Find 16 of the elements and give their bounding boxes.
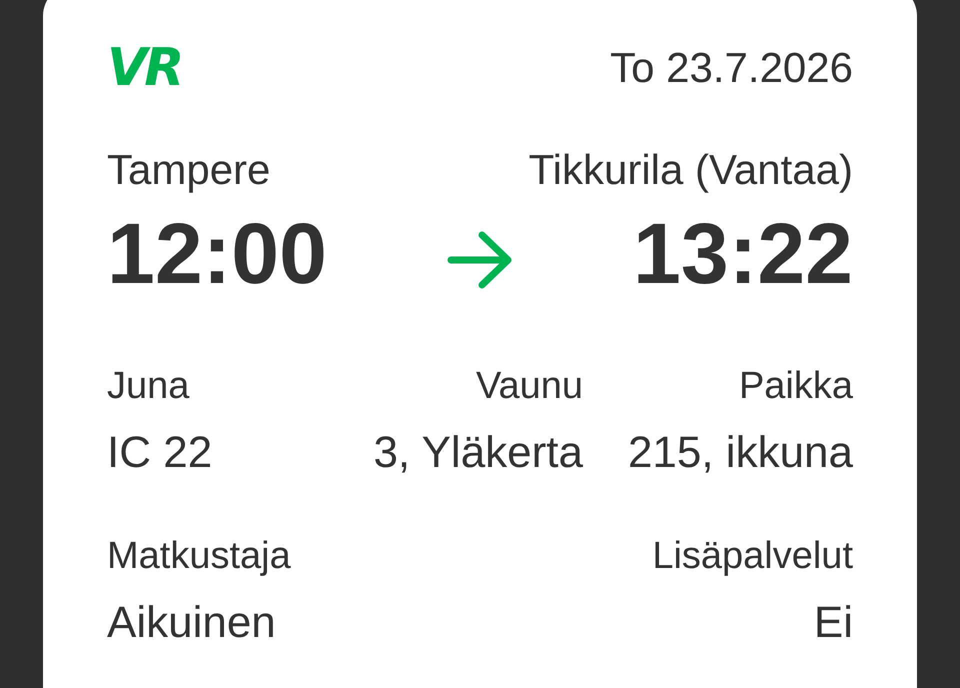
- detail-value: 215, ikkuna: [628, 431, 853, 475]
- arrival-time: 13:22: [633, 211, 853, 297]
- detail-label: Vaunu: [476, 367, 583, 405]
- departure-station: Tampere: [107, 149, 270, 191]
- detail-label: Juna: [107, 367, 190, 405]
- detail-label: Matkustaja: [107, 537, 291, 575]
- arrival-station: Tikkurila (Vantaa): [528, 149, 853, 191]
- detail-value: 3, Yläkerta: [373, 431, 583, 475]
- detail-label: Paikka: [738, 367, 853, 405]
- detail-label: Lisäpalvelut: [652, 537, 853, 575]
- logo: VR: [107, 47, 182, 89]
- detail-value: Ei: [814, 601, 853, 645]
- travel-date: To 23.7.2026: [610, 47, 853, 89]
- detail-value: IC 22: [107, 431, 212, 475]
- detail-value: Aikuinen: [107, 601, 276, 645]
- departure-time: 12:00: [107, 211, 327, 297]
